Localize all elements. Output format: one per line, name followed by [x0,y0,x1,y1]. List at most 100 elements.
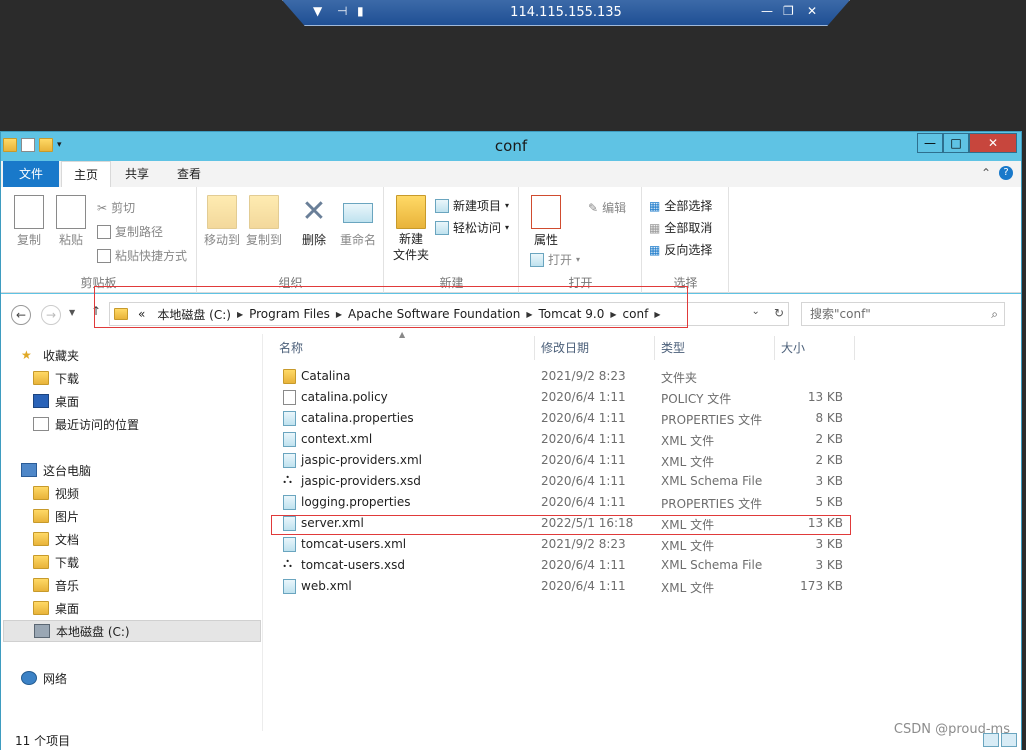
sidebar-item-this-pc[interactable]: 这台电脑 [21,459,279,481]
rename-button[interactable]: 重命名 [336,195,380,248]
copy-path-button[interactable]: 复制路径 [97,223,163,240]
move-to-button[interactable]: 移动到 [202,195,242,248]
folder-icon [283,369,296,384]
properties-button[interactable]: 属性 [526,195,566,248]
delete-button[interactable]: ✕ 删除 [294,195,334,248]
desktop-folder-icon [33,601,49,615]
text-file-icon [283,411,296,426]
sidebar-item-favorites[interactable]: ★ 收藏夹 [21,344,279,366]
sidebar-item-network[interactable]: 网络 [21,667,279,689]
desktop-icon [33,394,49,408]
file-row[interactable]: Catalina 2021/9/2 8:23 文件夹 [269,366,849,387]
sidebar-item-music[interactable]: 音乐 [33,574,291,596]
new-item-button[interactable]: 新建项目 ▾ [435,197,509,214]
minimize-button[interactable]: — [917,133,943,153]
rename-icon [343,203,373,223]
invert-selection-button[interactable]: ▦ 反向选择 [649,241,712,258]
restore-remote-icon[interactable]: ❐ [783,4,794,18]
sidebar-item-local-disk[interactable]: 本地磁盘 (C:) [3,620,261,642]
sidebar-item-desktop[interactable]: 桌面 [33,390,291,412]
collapse-ribbon-icon[interactable]: ⌃ [981,166,991,180]
sidebar-item-videos[interactable]: 视频 [33,482,291,504]
paste-shortcut-button[interactable]: 粘贴快捷方式 [97,247,187,264]
sidebar-item-recent[interactable]: 最近访问的位置 [33,413,291,435]
tab-home[interactable]: 主页 [61,161,112,187]
schema-file-icon: ⛬ [283,472,296,487]
highlight-box [271,515,851,535]
text-file-icon [283,495,296,510]
file-row[interactable]: ⛬ jaspic-providers.xsd 2020/6/4 1:11 XML… [269,471,849,492]
tab-share[interactable]: 共享 [113,161,161,187]
file-row[interactable]: catalina.policy 2020/6/4 1:11 POLICY 文件 … [269,387,849,408]
network-icon [21,671,37,685]
column-name[interactable]: 名称 [275,336,535,360]
sidebar-item-downloads-pc[interactable]: 下载 [33,551,291,573]
paste-button[interactable]: 粘贴 [51,195,91,248]
help-icon[interactable]: ? [999,166,1013,180]
tab-view[interactable]: 查看 [165,161,213,187]
search-input[interactable]: 搜索"conf" ⌕ [801,302,1005,326]
documents-folder-icon [33,532,49,546]
maximize-button[interactable]: □ [943,133,969,153]
close-remote-icon[interactable]: ✕ [807,4,817,18]
window-title: conf [494,137,528,155]
open-button[interactable]: 打开 ▾ [530,251,580,268]
new-folder-icon [396,195,426,229]
copy-icon [14,195,44,229]
easy-access-icon [435,220,449,235]
highlight-box [94,286,688,328]
address-dropdown-icon[interactable]: ⌄ [752,306,760,320]
sidebar-item-desktop-pc[interactable]: 桌面 [33,597,291,619]
pictures-folder-icon [33,509,49,523]
copy-to-button[interactable]: 复制到 [244,195,284,248]
close-button[interactable]: ✕ [969,133,1017,153]
sidebar-item-documents[interactable]: 文档 [33,528,291,550]
refresh-icon[interactable]: ↻ [774,306,784,320]
copy-path-icon [97,224,111,239]
properties-icon [531,195,561,229]
copy-button[interactable]: 复制 [9,195,49,248]
minimize-remote-icon[interactable]: — [761,4,773,18]
file-row[interactable]: tomcat-users.xml 2021/9/2 8:23 XML 文件 3 … [269,534,849,555]
xml-file-icon [283,432,296,447]
cut-button[interactable]: ✂ 剪切 [97,199,135,216]
tab-file[interactable]: 文件 [3,161,59,187]
column-date[interactable]: 修改日期 [537,336,655,360]
recent-locations-icon[interactable]: ▼ [69,308,75,317]
delete-icon: ✕ [301,194,327,229]
select-none-button[interactable]: ▦ 全部取消 [649,219,712,236]
content-area: ★ 收藏夹 下载 桌面 最近访问的位置 这台电脑 视频 图片 文档 下载 音乐 … [1,330,1021,731]
select-all-button[interactable]: ▦ 全部选择 [649,197,712,214]
star-icon: ★ [21,348,32,362]
forward-button[interactable]: → [41,305,61,325]
search-icon[interactable]: ⌕ [991,303,998,325]
select-all-icon: ▦ [649,198,661,213]
file-row[interactable]: ⛬ tomcat-users.xsd 2020/6/4 1:11 XML Sch… [269,555,849,576]
xml-file-icon [283,537,296,552]
invert-selection-icon: ▦ [649,242,661,257]
file-row[interactable]: logging.properties 2020/6/4 1:11 PROPERT… [269,492,849,513]
column-size[interactable]: 大小 [777,336,855,360]
status-bar: 11 个项目 [1,731,1021,750]
file-row[interactable]: context.xml 2020/6/4 1:11 XML 文件 2 KB [269,429,849,450]
easy-access-button[interactable]: 轻松访问 ▾ [435,219,509,236]
sidebar-item-downloads[interactable]: 下载 [33,367,291,389]
file-row[interactable]: jaspic-providers.xml 2020/6/4 1:11 XML 文… [269,450,849,471]
file-row[interactable]: catalina.properties 2020/6/4 1:11 PROPER… [269,408,849,429]
group-select: ▦ 全部选择 ▦ 全部取消 ▦ 反向选择 选择 [643,187,729,293]
file-row[interactable]: web.xml 2020/6/4 1:11 XML 文件 173 KB [269,576,849,597]
schema-file-icon: ⛬ [283,556,296,571]
new-folder-button[interactable]: 新建 文件夹 [389,195,433,263]
drive-icon [34,624,50,638]
column-type[interactable]: 类型 [657,336,775,360]
title-bar[interactable]: ▾ conf — □ ✕ [1,132,1021,160]
download-folder-icon [33,555,49,569]
watermark: CSDN @proud-ms [893,722,1010,737]
sidebar-item-pictures[interactable]: 图片 [33,505,291,527]
file-icon [283,390,296,405]
remote-connection-bar: ▼ ⊣ ▮ 114.115.155.135 — ❐ ✕ [282,0,850,26]
download-folder-icon [33,371,49,385]
back-button[interactable]: ← [11,305,31,325]
edit-button[interactable]: ✎ 编辑 [588,199,626,216]
item-count: 11 个项目 [15,734,71,748]
